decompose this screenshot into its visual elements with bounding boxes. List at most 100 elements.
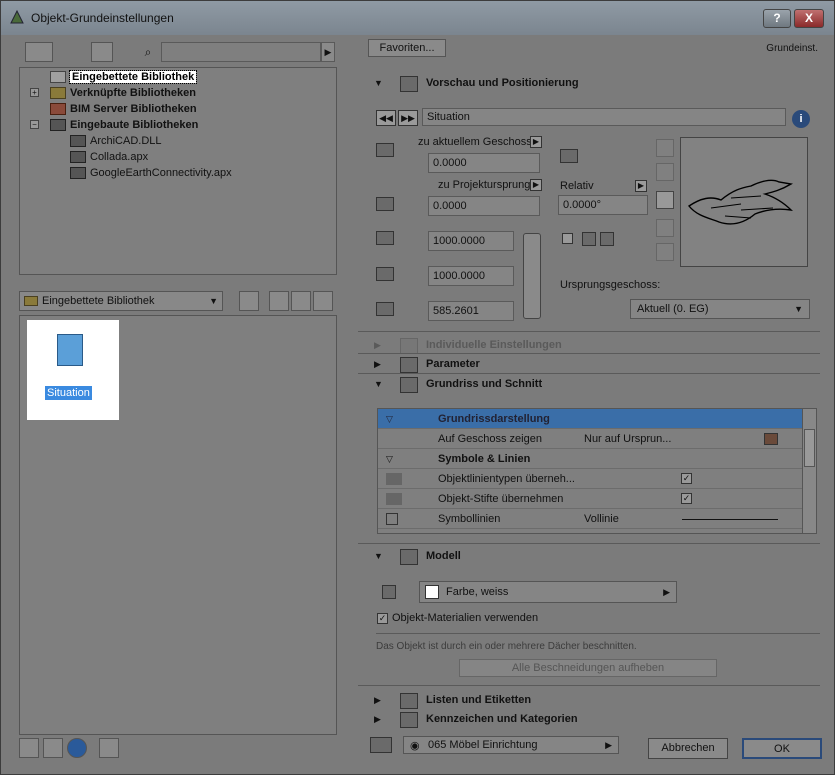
- parameters-icon: [400, 357, 418, 373]
- library-item-situation[interactable]: Situation: [27, 320, 119, 420]
- expand-icon[interactable]: +: [30, 88, 39, 97]
- new-library-icon[interactable]: [19, 738, 39, 758]
- search-input[interactable]: [161, 42, 321, 62]
- tree-item-embedded[interactable]: Eingebettete Bibliothek: [50, 69, 198, 85]
- chain-link-icon[interactable]: [523, 233, 541, 319]
- tree-item-linked[interactable]: Verknüpfte Bibliotheken: [50, 85, 196, 101]
- elevation-view-icon[interactable]: [656, 163, 674, 181]
- story-menu-button[interactable]: ▶: [530, 136, 542, 148]
- bim-components-icon[interactable]: [99, 738, 119, 758]
- table-row[interactable]: Objektlinientypen überneh... ✓: [378, 469, 802, 489]
- folder-icon: [70, 167, 86, 180]
- chevron-down-icon: ▼: [794, 304, 803, 314]
- home-story-select[interactable]: Aktuell (0. EG) ▼: [630, 299, 810, 319]
- object-chair-icon[interactable]: [91, 42, 113, 62]
- up-folder-button[interactable]: [239, 291, 259, 311]
- view-list-icon[interactable]: [269, 291, 289, 311]
- folder-icon: [24, 296, 38, 306]
- preview-positioning-icon: [400, 76, 418, 92]
- section-model[interactable]: ▼ Modell: [358, 546, 820, 566]
- mirror-checkbox[interactable]: [562, 233, 573, 244]
- help-button[interactable]: ?: [763, 9, 791, 28]
- override-linetypes-checkbox[interactable]: ✓: [681, 473, 692, 484]
- cancel-button[interactable]: Abbrechen: [648, 738, 728, 759]
- add-library-icon[interactable]: [43, 738, 63, 758]
- floorplan-section-icon: [400, 377, 418, 393]
- solid-view-icon[interactable]: [656, 219, 674, 237]
- dialog-window: Objekt-Grundeinstellungen ? X ⌕ ▶ Eingeb…: [0, 0, 835, 775]
- table-scrollbar[interactable]: [802, 409, 816, 533]
- tree-item-label: Eingebettete Bibliothek: [68, 70, 198, 84]
- expand-triangle-icon: ▶: [374, 695, 381, 705]
- section-parameters[interactable]: ▶ Parameter: [358, 354, 820, 374]
- 3d-view-icon[interactable]: [656, 191, 674, 209]
- origin-elevation-input[interactable]: 0.0000: [428, 196, 540, 216]
- tree-item-archicad-dll[interactable]: ArchiCAD.DLL: [70, 133, 162, 149]
- layer-value: 065 Möbel Einrichtung: [428, 739, 538, 751]
- table-row[interactable]: ▽ Grundrissdarstellung: [378, 409, 802, 429]
- relative-menu-button[interactable]: ▶: [635, 180, 647, 192]
- expand-triangle-icon: ▶: [374, 340, 381, 350]
- depth-input[interactable]: 1000.0000: [428, 266, 514, 286]
- tree-item-builtin[interactable]: Eingebaute Bibliotheken: [50, 117, 198, 133]
- angle-input[interactable]: 0.0000°: [558, 195, 648, 215]
- view-details-icon[interactable]: [313, 291, 333, 311]
- use-materials-checkbox[interactable]: ✓: [377, 613, 388, 624]
- previous-button[interactable]: ◀◀: [376, 110, 396, 126]
- favorites-button[interactable]: Favoriten...: [368, 39, 446, 57]
- info-icon[interactable]: i: [792, 110, 810, 128]
- search-arrow-button[interactable]: ▶: [321, 42, 335, 62]
- globe-icon[interactable]: [67, 738, 87, 758]
- floorplan-view-icon[interactable]: [656, 139, 674, 157]
- section-title: Kennzeichen und Kategorien: [426, 713, 578, 725]
- remove-trims-button[interactable]: Alle Beschneidungen aufheben: [459, 659, 717, 677]
- divider: [358, 685, 820, 686]
- library-tree: Eingebettete Bibliothek + Verknüpfte Bib…: [19, 67, 337, 275]
- green-chair-icon[interactable]: [115, 42, 137, 62]
- surface-select[interactable]: Farbe, weiss ▶: [419, 581, 677, 603]
- section-lists[interactable]: ▶ Listen und Etiketten: [358, 690, 820, 710]
- archicad-logo-icon: [10, 9, 24, 24]
- search-icon[interactable]: ⌕: [137, 42, 159, 62]
- mirror-icon: [582, 232, 596, 246]
- section-title: Vorschau und Positionierung: [426, 77, 579, 89]
- origin-menu-button[interactable]: ▶: [530, 179, 542, 191]
- story-elevation-input[interactable]: 0.0000: [428, 153, 540, 173]
- section-preview[interactable]: ▼ Vorschau und Positionierung: [358, 73, 820, 93]
- table-row[interactable]: Auf Geschoss zeigen Nur auf Ursprun...: [378, 429, 802, 449]
- rotation-icon: [560, 149, 578, 163]
- collapse-icon[interactable]: −: [30, 120, 39, 129]
- section-individual[interactable]: ▶ Individuelle Einstellungen: [358, 335, 820, 355]
- ok-button[interactable]: OK: [742, 738, 822, 759]
- section-floorplan[interactable]: ▼ Grundriss und Schnitt: [358, 374, 820, 394]
- override-pens-checkbox[interactable]: ✓: [681, 493, 692, 504]
- tree-item-label: ArchiCAD.DLL: [90, 135, 162, 147]
- object-preview: [680, 137, 808, 267]
- lists-labels-icon: [400, 693, 418, 709]
- next-button[interactable]: ▶▶: [398, 110, 418, 126]
- section-ids[interactable]: ▶ Kennzeichen und Kategorien: [358, 709, 820, 729]
- width-input[interactable]: 1000.0000: [428, 231, 514, 251]
- height-input[interactable]: 585.2601: [428, 301, 514, 321]
- scroll-thumb[interactable]: [804, 429, 815, 467]
- window-title: Objekt-Grundeinstellungen: [31, 11, 174, 25]
- collapse-triangle-icon: ▼: [374, 379, 383, 389]
- layer-select[interactable]: ◉ 065 Möbel Einrichtung ▶: [403, 736, 619, 754]
- table-row[interactable]: Objekt-Stifte übernehmen ✓: [378, 489, 802, 509]
- tree-item-bimserver[interactable]: BIM Server Bibliotheken: [50, 101, 197, 117]
- home-story-label: Ursprungsgeschoss:: [560, 279, 661, 291]
- tree-item-collada[interactable]: Collada.apx: [70, 149, 148, 165]
- tree-item-label: GoogleEarthConnectivity.apx: [90, 167, 232, 179]
- view-mode-icon[interactable]: [25, 42, 53, 62]
- table-row[interactable]: ▽ Symbole & Linien: [378, 449, 802, 469]
- table-row[interactable]: Symbollinien Vollinie: [378, 509, 802, 529]
- view-grid-icon[interactable]: [291, 291, 311, 311]
- section-view-icon[interactable]: [656, 243, 674, 261]
- library-select[interactable]: Eingebettete Bibliothek ▼: [19, 291, 223, 311]
- close-button[interactable]: X: [794, 9, 824, 28]
- section-title: Individuelle Einstellungen: [426, 339, 562, 351]
- tree-item-googleearth[interactable]: GoogleEarthConnectivity.apx: [70, 165, 232, 181]
- object-name-field[interactable]: Situation: [422, 108, 786, 126]
- depth-icon: [376, 267, 394, 281]
- collapse-triangle-icon: ▽: [386, 414, 393, 424]
